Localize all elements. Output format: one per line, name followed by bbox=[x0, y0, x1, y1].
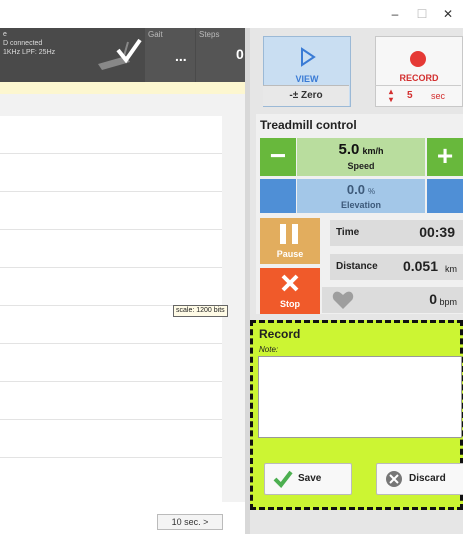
grid-line bbox=[0, 267, 222, 268]
distance-label: Distance bbox=[336, 261, 378, 272]
speed-decrease-button[interactable]: − bbox=[260, 138, 296, 176]
time-value: 00:39 bbox=[419, 224, 455, 240]
pause-label: Pause bbox=[276, 249, 304, 259]
speed-unit: km/h bbox=[362, 146, 384, 156]
steps-label: Steps bbox=[199, 30, 220, 39]
discard-icon bbox=[386, 471, 402, 487]
elevation-display: 0.0 % Elevation bbox=[297, 179, 425, 213]
speed-display: 5.0 km/h Speed bbox=[297, 138, 425, 176]
grid-line bbox=[0, 457, 222, 458]
distance-display: Distance 0.051 km bbox=[330, 254, 463, 280]
pause-button[interactable]: Pause bbox=[260, 218, 320, 264]
pause-icon-bar bbox=[292, 224, 298, 244]
grid-line bbox=[0, 381, 222, 382]
zero-button[interactable]: -± Zero bbox=[263, 85, 349, 106]
save-label: Save bbox=[298, 473, 322, 484]
speed-value: 5.0 bbox=[338, 141, 360, 158]
elevation-unit: % bbox=[368, 187, 376, 196]
record-duration[interactable]: ▴ ▾ 5 sec bbox=[375, 85, 461, 106]
elevation-value: 0.0 bbox=[346, 182, 365, 197]
maximize-button[interactable]: ☐ bbox=[412, 6, 432, 22]
elevation-label: Elevation bbox=[340, 200, 381, 210]
record-title: Record bbox=[259, 327, 301, 341]
grid-line bbox=[0, 153, 222, 154]
treadmill-connected-icon bbox=[96, 34, 142, 77]
checkmark-icon bbox=[273, 470, 293, 488]
record-dot-icon bbox=[410, 51, 426, 67]
time-display: Time 00:39 bbox=[330, 220, 463, 246]
gait-value: ... bbox=[175, 48, 187, 64]
minimize-button[interactable]: – bbox=[385, 6, 405, 22]
grid-line bbox=[0, 229, 222, 230]
discard-button[interactable]: Discard bbox=[376, 463, 463, 495]
elevation-decrease-button[interactable] bbox=[260, 179, 296, 213]
minus-icon: − bbox=[269, 140, 287, 171]
note-input[interactable] bbox=[258, 356, 462, 438]
steps-value: 0 bbox=[236, 46, 244, 62]
close-button[interactable]: ✕ bbox=[438, 6, 458, 22]
heart-icon bbox=[332, 291, 354, 309]
plus-icon: + bbox=[436, 140, 454, 171]
gait-label: Gait bbox=[148, 30, 163, 39]
grid-line bbox=[0, 191, 222, 192]
status-strip bbox=[0, 82, 250, 94]
discard-label: Discard bbox=[409, 473, 446, 484]
duration-unit: sec bbox=[431, 91, 446, 101]
device-status-header: e D connected 1KHz LPF: 25Hz Gait ... St… bbox=[0, 28, 250, 82]
record-label: RECORD bbox=[399, 73, 439, 83]
title-bar: – ☐ ✕ bbox=[0, 0, 463, 28]
speed-label: Speed bbox=[347, 161, 375, 171]
duration-value: 5 bbox=[407, 90, 413, 101]
play-icon bbox=[301, 47, 316, 67]
elevation-increase-button[interactable] bbox=[427, 179, 463, 213]
speed-increase-button[interactable]: + bbox=[427, 138, 463, 176]
heart-rate-unit: bpm bbox=[439, 297, 457, 307]
time-window-button[interactable]: 10 sec. > bbox=[157, 514, 223, 530]
connection-status: D connected bbox=[3, 40, 43, 47]
close-x-icon bbox=[281, 274, 299, 292]
stop-button[interactable]: Stop bbox=[260, 268, 320, 314]
stop-label: Stop bbox=[280, 299, 300, 309]
duration-stepper-icon[interactable]: ▴ ▾ bbox=[389, 88, 393, 104]
distance-unit: km bbox=[445, 264, 457, 274]
device-name: e bbox=[3, 31, 7, 38]
distance-value: 0.051 bbox=[402, 258, 438, 274]
note-label: Note: bbox=[259, 345, 279, 354]
grid-line bbox=[0, 343, 222, 344]
heart-rate-value: 0 bbox=[429, 291, 437, 307]
time-label: Time bbox=[336, 227, 360, 238]
heart-rate-display: 0 bpm bbox=[322, 287, 463, 313]
gait-panel: Gait ... bbox=[145, 28, 195, 82]
treadmill-title: Treadmill control bbox=[260, 118, 357, 132]
sampling-info: 1KHz LPF: 25Hz bbox=[3, 49, 56, 56]
grid-line bbox=[0, 419, 222, 420]
steps-panel: Steps 0 bbox=[196, 28, 250, 82]
scale-label: scale: 1200 bits bbox=[173, 305, 228, 317]
save-button[interactable]: Save bbox=[264, 463, 352, 495]
view-label: VIEW bbox=[295, 74, 319, 84]
pause-icon bbox=[280, 224, 286, 244]
